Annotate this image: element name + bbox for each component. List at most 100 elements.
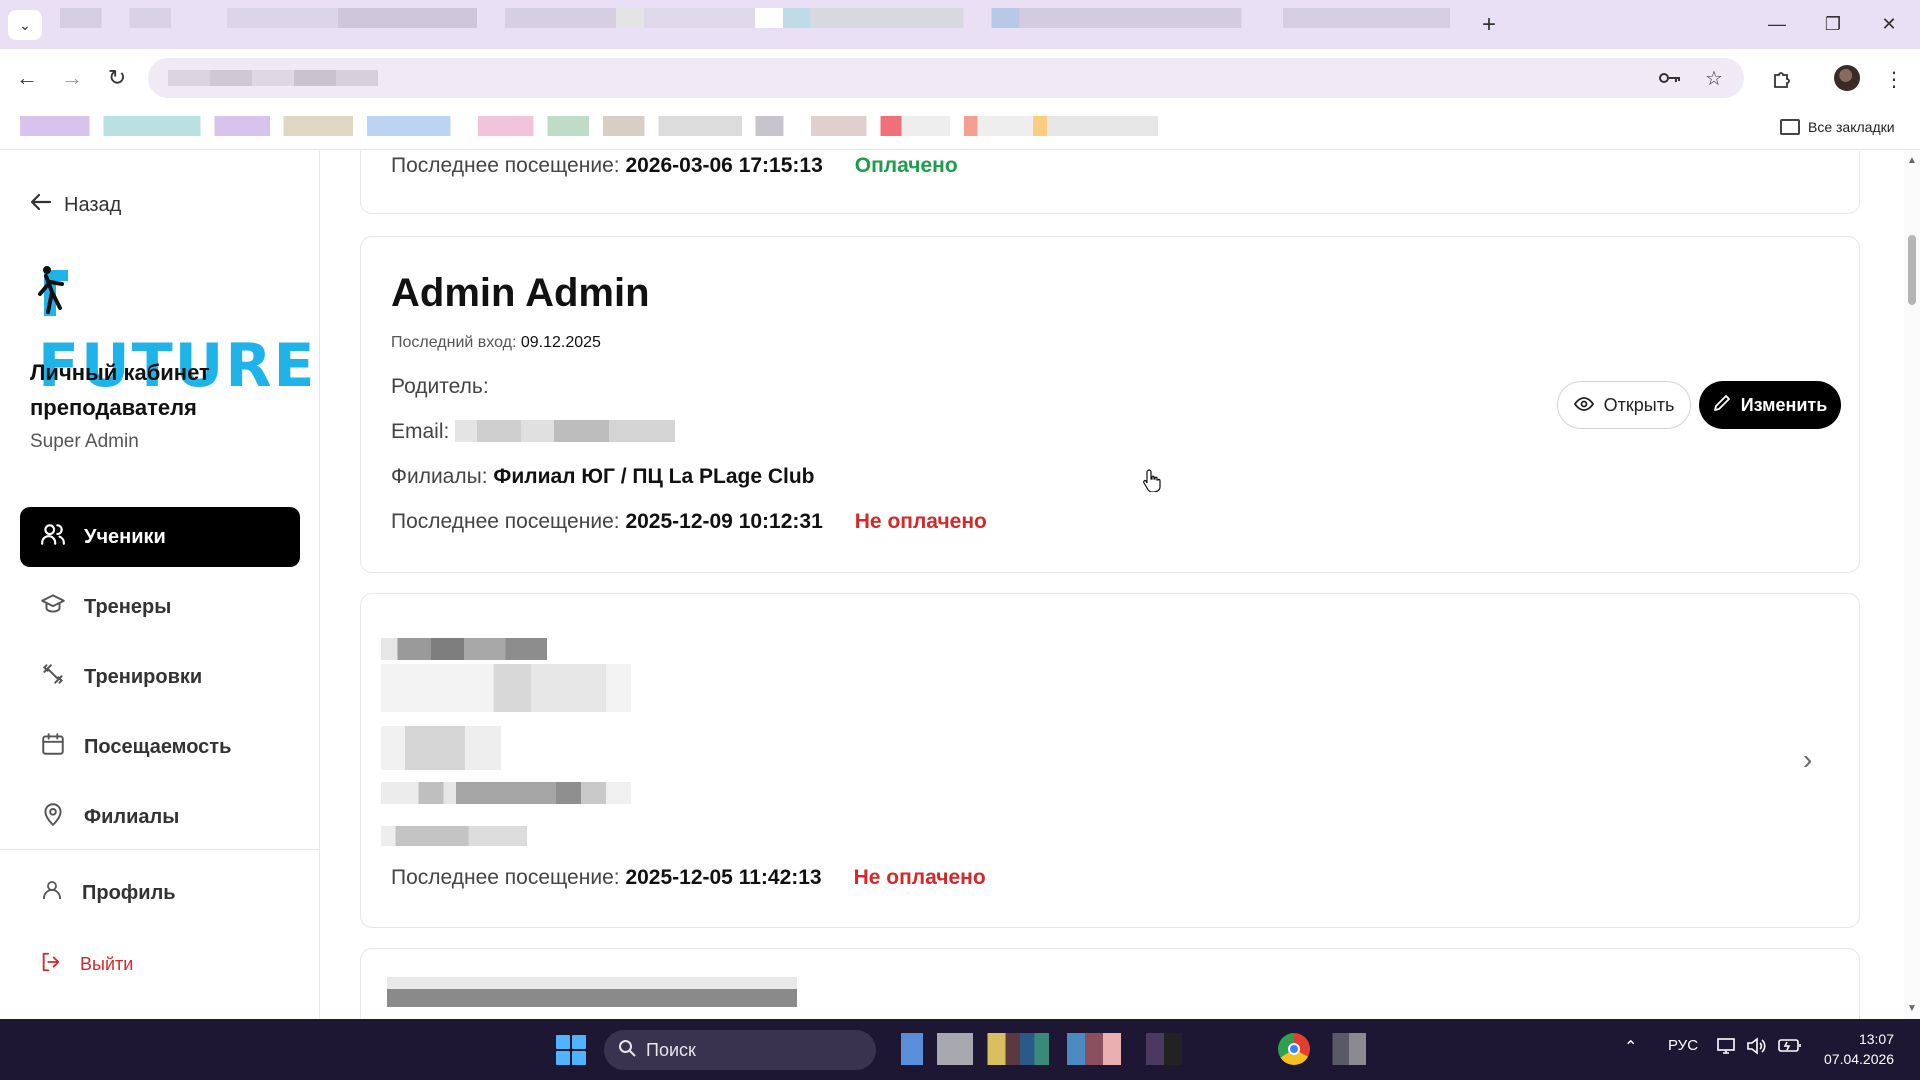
sidebar-item-trainings[interactable]: Тренировки <box>20 647 300 707</box>
sidebar-item-trainers[interactable]: Тренеры <box>20 577 300 637</box>
cabinet-title: Личный кабинет преподавателя <box>30 360 210 420</box>
all-bookmarks-button[interactable]: Все закладки <box>1780 114 1895 140</box>
open-button-label: Открыть <box>1603 394 1675 415</box>
taskbar-search[interactable]: Поиск <box>604 1030 876 1070</box>
sidebar-item-students[interactable]: Ученики <box>20 507 300 567</box>
blurred-email-value <box>455 420 676 442</box>
sidebar-nav: Ученики Тренеры Тренировки Посещаемость <box>20 507 300 857</box>
hand-cursor-icon <box>1143 468 1161 497</box>
scrollbar-thumb[interactable] <box>1908 235 1916 305</box>
student-card[interactable]: Последнее посещение: 2026-03-06 17:15:13… <box>360 151 1860 214</box>
taskbar-search-placeholder: Поиск <box>646 1039 696 1060</box>
page-scrollbar[interactable]: ▲ ▼ <box>1904 151 1920 1019</box>
parent-row: Родитель: <box>391 375 489 399</box>
sidebar-divider <box>0 849 320 850</box>
address-bar[interactable]: ☆ <box>148 58 1744 98</box>
profile-avatar[interactable] <box>1834 65 1860 91</box>
blurred-url <box>168 70 378 86</box>
last-login-row: Последний вход: 09.12.2025 <box>391 334 601 352</box>
student-card[interactable]: Admin Admin Последний вход: 09.12.2025 Р… <box>360 236 1860 573</box>
reload-icon[interactable]: ↻ <box>100 61 134 95</box>
tab-strip: ⌄ + — ❐ ✕ <box>0 0 1920 49</box>
sidebar-item-label: Тренировки <box>84 665 203 688</box>
back-link[interactable]: Назад <box>30 193 121 217</box>
sidebar-item-label: Филиалы <box>84 805 180 828</box>
taskbar-pinned-apps[interactable] <box>894 1033 1254 1065</box>
sidebar-item-branches[interactable]: Филиалы <box>20 787 300 847</box>
student-card[interactable]: Последнее посещение: 2025-12-05 11:42:13… <box>360 593 1860 928</box>
branches-value: Филиал ЮГ / ПЦ La PLage Club <box>493 465 815 488</box>
close-window-icon[interactable]: ✕ <box>1866 8 1912 40</box>
windows-start-icon[interactable] <box>556 1035 586 1065</box>
arrow-left-icon <box>30 193 52 217</box>
graduation-cap-icon <box>40 591 66 623</box>
browser-toolbar: ← → ↻ ☆ ⋮ <box>0 49 1920 108</box>
blurred-student-name <box>381 638 547 660</box>
users-icon <box>40 521 66 553</box>
dumbbell-icon <box>40 661 66 693</box>
tray-chevron-up-icon[interactable]: ⌃ <box>1624 1037 1637 1057</box>
blurred-bookmarks[interactable] <box>20 116 1408 136</box>
calendar-icon <box>40 731 66 763</box>
sidebar-item-label: Посещаемость <box>84 735 232 758</box>
athlete-logo-icon <box>38 264 68 316</box>
payment-status-badge: Оплачено <box>854 154 958 177</box>
last-visit-row: Последнее посещение: 2026-03-06 17:15:13… <box>391 154 958 178</box>
last-visit-value: 2026-03-06 17:15:13 <box>625 154 823 177</box>
eye-icon <box>1573 395 1594 416</box>
battery-icon[interactable] <box>1778 1037 1802 1058</box>
edit-button[interactable]: Изменить <box>1699 381 1841 429</box>
sidebar-item-profile[interactable]: Профиль <box>40 878 176 908</box>
last-login-value: 09.12.2025 <box>520 334 601 351</box>
scroll-down-arrow-icon[interactable]: ▼ <box>1907 1003 1917 1014</box>
kebab-menu-icon[interactable]: ⋮ <box>1876 61 1912 97</box>
chevron-right-icon[interactable]: › <box>1803 744 1812 776</box>
blurred-student-name <box>387 977 797 1007</box>
payment-status-badge: Не оплачено <box>854 510 987 533</box>
bookmark-star-icon[interactable]: ☆ <box>1698 62 1730 94</box>
language-indicator[interactable]: РУС <box>1668 1037 1698 1054</box>
tab-search-chevron-icon[interactable]: ⌄ <box>8 10 42 40</box>
payment-status-badge: Не оплачено <box>853 866 986 889</box>
logout-label: Выйти <box>80 954 134 974</box>
branches-label: Филиалы: <box>391 465 488 488</box>
sidebar-item-label: Тренеры <box>84 595 172 618</box>
new-tab-plus-icon[interactable]: + <box>1472 10 1506 40</box>
open-button[interactable]: Открыть <box>1557 381 1691 429</box>
last-visit-row: Последнее посещение: 2025-12-09 10:12:31… <box>391 510 987 534</box>
students-list: Последнее посещение: 2026-03-06 17:15:13… <box>360 151 1860 1019</box>
student-card[interactable] <box>360 948 1860 1019</box>
blurred-student-info <box>381 664 631 712</box>
edit-button-label: Изменить <box>1740 394 1828 415</box>
password-key-icon[interactable] <box>1654 62 1686 94</box>
blurred-tabs[interactable] <box>60 8 1450 28</box>
sidebar: Назад FUTURE Личный кабинет преподавател… <box>0 151 320 1019</box>
branches-row: Филиалы: Филиал ЮГ / ПЦ La PLage Club <box>391 465 815 489</box>
search-icon <box>618 1039 636 1062</box>
chrome-icon[interactable] <box>1278 1033 1310 1065</box>
logout-button[interactable]: Выйти <box>40 951 133 978</box>
last-visit-row: Последнее посещение: 2025-12-05 11:42:13… <box>391 866 986 890</box>
taskbar-app-icon[interactable] <box>1324 1033 1366 1065</box>
sidebar-item-label: Ученики <box>84 525 166 548</box>
sidebar-item-attendance[interactable]: Посещаемость <box>20 717 300 777</box>
taskbar-clock[interactable]: 13:07 07.04.2026 <box>1824 1029 1894 1069</box>
blurred-student-info <box>381 726 501 770</box>
clock-date: 07.04.2026 <box>1824 1051 1895 1067</box>
volume-icon[interactable] <box>1746 1037 1766 1060</box>
logout-icon <box>40 951 62 978</box>
scroll-up-arrow-icon[interactable]: ▲ <box>1907 155 1917 166</box>
network-icon[interactable] <box>1716 1037 1736 1060</box>
clock-time: 13:07 <box>1858 1031 1894 1047</box>
map-pin-icon <box>40 801 66 833</box>
back-arrow-icon[interactable]: ← <box>10 61 44 95</box>
minimize-icon[interactable]: — <box>1754 8 1800 40</box>
last-visit-label: Последнее посещение: <box>391 154 620 177</box>
restore-icon[interactable]: ❐ <box>1810 8 1856 40</box>
extensions-puzzle-icon[interactable] <box>1764 61 1800 97</box>
profile-label: Профиль <box>82 881 176 904</box>
user-icon <box>40 878 64 908</box>
email-row: Email: <box>391 420 676 444</box>
forward-arrow-icon[interactable]: → <box>55 61 89 95</box>
blurred-student-info <box>381 826 527 846</box>
